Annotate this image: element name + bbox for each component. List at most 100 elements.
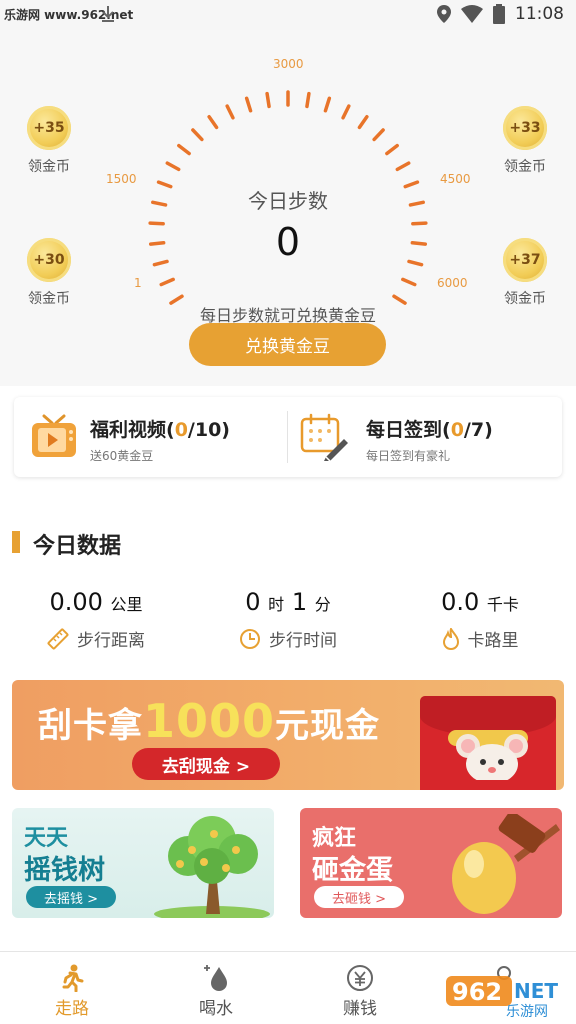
nav-tab-water[interactable]: 喝水: [144, 952, 288, 1024]
gauge-tick: [177, 143, 191, 156]
gauge-tick: [408, 200, 425, 207]
clock-time: 11:08: [515, 4, 564, 24]
stat-value: 0.0 千卡: [441, 588, 519, 616]
gauge-scale-1: 1: [134, 276, 142, 290]
nav-label: 喝水: [199, 999, 233, 1019]
stat-value: 0 时 1 分: [245, 588, 331, 616]
ruler-icon: [47, 628, 69, 649]
exchange-gold-beans-button[interactable]: 兑换黄金豆: [189, 323, 386, 366]
gauge-scale-3000: 3000: [273, 57, 304, 71]
task-welfare-video[interactable]: 福利视频(0/10) 送60黄金豆: [14, 397, 287, 477]
section-accent-bar: [12, 531, 20, 553]
gauge-scale-4500: 4500: [440, 172, 471, 186]
mouse-mascot-icon: [456, 734, 528, 790]
scratch-card-banner[interactable]: 刮卡拿1000元现金 去刮现金 >: [12, 680, 564, 790]
task-title: 福利视频(0/10): [90, 419, 230, 441]
download-icon: [102, 6, 114, 22]
banner-title: 刮卡拿1000元现金: [38, 694, 381, 748]
coin-reward-bottom-right[interactable]: +37 领金币: [490, 238, 560, 308]
gauge-tick: [265, 91, 271, 109]
money-tree-banner[interactable]: 天天 摇钱树 去摇钱 >: [12, 808, 274, 918]
gauge-tick: [372, 128, 385, 142]
gauge-scale-1500: 1500: [106, 172, 137, 186]
watermark-962-logo: 962 NET 乐游网: [446, 976, 558, 1020]
gauge-tick: [305, 91, 311, 109]
stat-value: 0.00 公里: [49, 588, 143, 616]
gauge-tick: [148, 241, 166, 246]
go-scratch-button[interactable]: 去刮现金 >: [132, 748, 280, 780]
gauge-tick: [156, 180, 173, 189]
step-count: 0: [275, 220, 301, 264]
gold-coin-icon: +30: [27, 238, 71, 282]
nav-label: 走路: [55, 999, 89, 1019]
battery-icon: [493, 4, 505, 24]
gauge-tick: [401, 277, 417, 287]
money-tree-icon: [154, 816, 270, 918]
gauge-tick: [225, 104, 235, 120]
gauge-tick: [407, 259, 424, 267]
gauge-tick: [395, 161, 411, 172]
site-watermark-logo: 962 NET 乐游网: [444, 972, 570, 1020]
gauge-tick: [410, 241, 428, 246]
task-subtitle: 送60黄金豆: [90, 449, 154, 463]
gold-coin-icon: +35: [27, 106, 71, 150]
coin-reward-top-left[interactable]: +35 领金币: [14, 106, 84, 176]
svg-text:NET: NET: [514, 979, 558, 1003]
calendar-sign-icon: [300, 413, 348, 461]
gauge-tick: [341, 104, 351, 120]
task-title: 每日签到(0/7): [366, 419, 493, 441]
nav-label: 赚钱: [343, 999, 377, 1019]
gauge-tick: [411, 221, 428, 226]
gauge-tick: [385, 143, 399, 156]
stat-label: 卡路里: [467, 631, 519, 651]
walking-icon: [62, 964, 84, 992]
yuan-coin-icon: [347, 965, 373, 991]
gold-coin-icon: +33: [503, 106, 547, 150]
flame-icon: [442, 627, 459, 650]
gauge-tick: [323, 96, 332, 113]
gauge-tick: [151, 200, 168, 207]
location-icon: [437, 5, 451, 23]
gauge-tick: [244, 96, 253, 113]
gauge-scale-6000: 6000: [437, 276, 468, 290]
water-drop-icon: [204, 965, 227, 991]
stat-walk-time: 0 时 1 分 步行时间: [192, 588, 384, 651]
nav-tab-earn[interactable]: 赚钱: [288, 952, 432, 1024]
stat-label: 步行距离: [77, 631, 145, 651]
clock-icon: [240, 628, 260, 649]
coin-reward-bottom-left[interactable]: +30 领金币: [14, 238, 84, 308]
coin-reward-top-right[interactable]: +33 领金币: [490, 106, 560, 176]
wifi-icon: [461, 5, 483, 23]
go-smash-button[interactable]: 去砸钱 >: [314, 886, 404, 908]
gauge-tick: [159, 277, 175, 287]
gauge-tick: [165, 161, 181, 172]
banner-line2: 摇钱树: [24, 855, 105, 886]
stat-label: 步行时间: [269, 631, 337, 651]
gauge-tick: [191, 128, 204, 142]
task-card: 福利视频(0/10) 送60黄金豆 每日签到(0/7) 每日签到有豪礼: [14, 397, 562, 477]
stat-walk-distance: 0.00 公里 步行距离: [0, 588, 192, 651]
gold-coin-icon: +37: [503, 238, 547, 282]
coin-label: 领金币: [504, 159, 546, 175]
svg-text:962: 962: [452, 978, 502, 1006]
stat-calories: 0.0 千卡 卡路里: [384, 588, 576, 651]
gauge-tick: [403, 180, 420, 189]
go-shake-button[interactable]: 去摇钱 >: [26, 886, 116, 908]
gauge-tick: [148, 221, 165, 226]
section-title-today-data: 今日数据: [33, 534, 122, 559]
nav-tab-walking[interactable]: 走路: [0, 952, 144, 1024]
gauge-title: 今日步数: [248, 189, 328, 213]
gauge-tick: [207, 115, 219, 130]
banner-line2: 砸金蛋: [312, 855, 393, 886]
coin-label: 领金币: [504, 291, 546, 307]
gauge-tick: [152, 259, 169, 267]
coin-label: 领金币: [28, 159, 70, 175]
task-subtitle: 每日签到有豪礼: [366, 449, 451, 463]
gauge-tick: [357, 115, 369, 130]
golden-egg-hammer-icon: [452, 814, 560, 914]
tv-play-icon: [32, 414, 76, 457]
svg-text:乐游网: 乐游网: [506, 1004, 548, 1018]
golden-egg-banner[interactable]: 疯狂 砸金蛋 去砸钱 >: [300, 808, 562, 918]
status-bar: 乐游网 www.962.net 11:08: [0, 0, 576, 30]
task-daily-checkin[interactable]: 每日签到(0/7) 每日签到有豪礼: [288, 397, 562, 477]
